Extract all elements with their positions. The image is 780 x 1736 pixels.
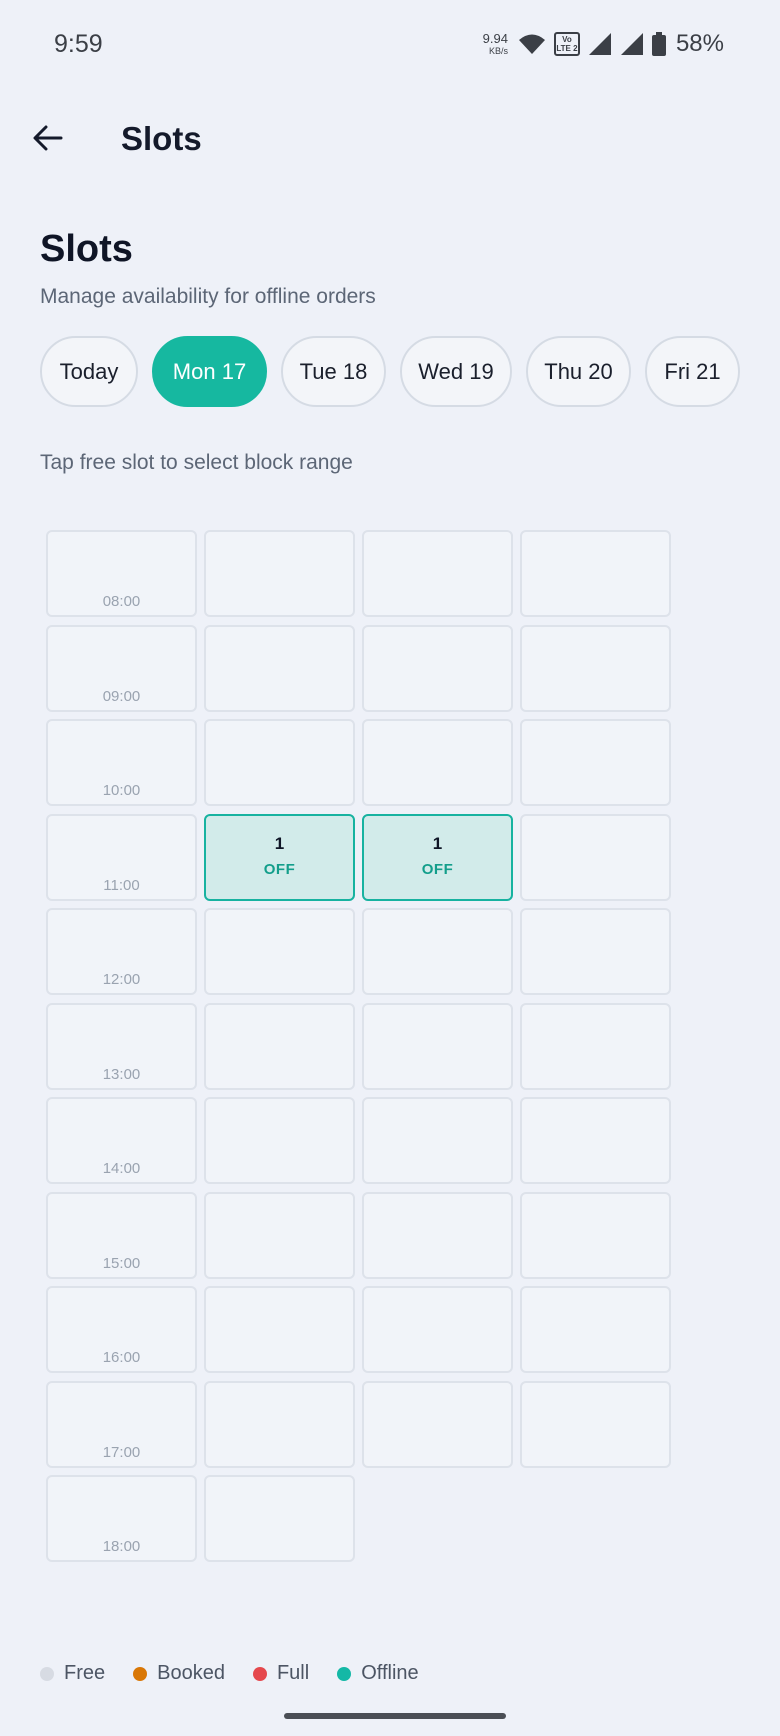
signal-icon-2 [620, 33, 643, 55]
slot-cell[interactable] [204, 1286, 355, 1373]
legend-label: Full [276, 1662, 310, 1684]
network-speed: 9.94 KB/s [483, 32, 508, 56]
slot-cell[interactable] [204, 1381, 355, 1468]
slot-offline-tag: OFF [421, 861, 454, 878]
slot-cell[interactable]: 11:00 [46, 814, 197, 901]
slot-cell[interactable] [204, 1475, 355, 1562]
slot-time-label: 14:00 [102, 1160, 141, 1177]
legend-item: Full [252, 1662, 310, 1685]
legend: Free Booked Full Offline [40, 1662, 419, 1685]
legend-dot-icon [337, 1666, 352, 1681]
slot-cell[interactable] [362, 625, 513, 712]
slot-cell[interactable] [520, 1192, 671, 1279]
slot-cell-offline[interactable]: 1 OFF [362, 814, 513, 901]
legend-item: Offline [337, 1662, 419, 1685]
slot-cell-offline[interactable]: 1 OFF [204, 814, 355, 901]
volte-line-1: Vo [562, 35, 572, 44]
battery-icon [651, 32, 666, 56]
slot-count: 1 [432, 834, 443, 853]
volte-icon: Vo LTE 2 [553, 32, 580, 56]
slot-cell[interactable] [520, 1381, 671, 1468]
slot-cell[interactable] [204, 1192, 355, 1279]
slot-cell[interactable]: 13:00 [46, 1003, 197, 1090]
slot-time-label: 12:00 [102, 971, 141, 988]
status-time: 9:59 [54, 30, 103, 58]
legend-item: Free [40, 1662, 105, 1685]
slot-cell[interactable]: 12:00 [46, 908, 197, 995]
signal-icon [588, 33, 611, 55]
slot-cell[interactable] [520, 1097, 671, 1184]
slot-cell[interactable] [362, 1381, 513, 1468]
page-title: Slots [40, 228, 133, 270]
slot-time-label: 11:00 [103, 877, 140, 894]
day-chip[interactable]: Thu 20 [526, 336, 631, 407]
legend-item: Booked [133, 1662, 225, 1685]
slot-cell[interactable] [204, 625, 355, 712]
app-bar-title: Slots [121, 120, 202, 157]
slot-time-label: 17:00 [102, 1444, 141, 1461]
slot-cell[interactable] [362, 530, 513, 617]
slot-time-label: 13:00 [102, 1066, 141, 1083]
legend-label: Free [64, 1662, 106, 1684]
day-chip[interactable]: Today [40, 336, 138, 407]
volte-line-2: LTE 2 [556, 44, 578, 53]
slot-time-label: 08:00 [102, 593, 141, 610]
day-chip[interactable]: Mon 17 [152, 336, 267, 407]
network-speed-value: 9.94 [482, 31, 508, 46]
slot-count: 1 [274, 834, 285, 853]
legend-dot-icon [133, 1666, 148, 1681]
slot-cell[interactable]: 16:00 [46, 1286, 197, 1373]
slot-cell[interactable]: 18:00 [46, 1475, 197, 1562]
slot-cell[interactable]: 08:00 [46, 530, 197, 617]
slot-time-label: 16:00 [102, 1349, 141, 1366]
status-bar: 9:59 9.94 KB/s Vo LTE 2 58% [0, 0, 780, 90]
wifi-icon [518, 34, 545, 54]
slot-cell[interactable] [520, 814, 671, 901]
slot-cell[interactable] [362, 1003, 513, 1090]
arrow-left-icon [33, 125, 63, 151]
slot-cell[interactable]: 14:00 [46, 1097, 197, 1184]
slot-cell[interactable] [362, 908, 513, 995]
home-indicator[interactable] [284, 1713, 506, 1719]
app-bar: Slots [0, 100, 780, 180]
slot-cell[interactable]: 17:00 [46, 1381, 197, 1468]
slot-cell[interactable] [362, 1286, 513, 1373]
legend-label: Offline [361, 1662, 419, 1684]
page-subtitle: Manage availability for offline orders [40, 285, 376, 308]
slot-time-label: 15:00 [102, 1255, 141, 1272]
slot-cell[interactable] [204, 530, 355, 617]
slot-cell[interactable] [520, 1003, 671, 1090]
slot-time-label: 18:00 [102, 1538, 141, 1555]
slot-cell[interactable]: 15:00 [46, 1192, 197, 1279]
slot-cell[interactable] [520, 530, 671, 617]
slot-time-label: 10:00 [102, 782, 141, 799]
hint-text: Tap free slot to select block range [40, 451, 353, 474]
legend-dot-icon [40, 1666, 54, 1681]
slot-cell[interactable]: 09:00 [46, 625, 197, 712]
slot-offline-tag: OFF [263, 861, 296, 878]
slot-cell[interactable]: 10:00 [46, 719, 197, 806]
slot-cell[interactable] [204, 1097, 355, 1184]
slot-cell[interactable] [520, 1286, 671, 1373]
legend-label: Booked [157, 1662, 225, 1684]
network-speed-unit: KB/s [488, 46, 508, 56]
slot-cell[interactable] [204, 908, 355, 995]
slot-cell[interactable] [362, 1192, 513, 1279]
slot-cell[interactable] [362, 719, 513, 806]
slot-time-label: 09:00 [102, 688, 141, 705]
day-chip[interactable]: Tue 18 [281, 336, 386, 407]
status-icons: 9.94 KB/s Vo LTE 2 58% [483, 30, 724, 58]
slot-cell[interactable] [520, 719, 671, 806]
slot-cell[interactable] [204, 719, 355, 806]
slot-cell[interactable] [362, 1097, 513, 1184]
slot-cell[interactable] [204, 1003, 355, 1090]
back-button[interactable] [28, 118, 68, 158]
day-chip[interactable]: Wed 19 [400, 336, 512, 407]
slot-cell[interactable] [520, 625, 671, 712]
slot-cell[interactable] [520, 908, 671, 995]
day-selector: Today Mon 17 Tue 18 Wed 19 Thu 20 Fri 21 [40, 336, 740, 408]
legend-dot-icon [252, 1666, 267, 1681]
day-chip[interactable]: Fri 21 [645, 336, 740, 407]
battery-percent: 58% [675, 30, 724, 57]
